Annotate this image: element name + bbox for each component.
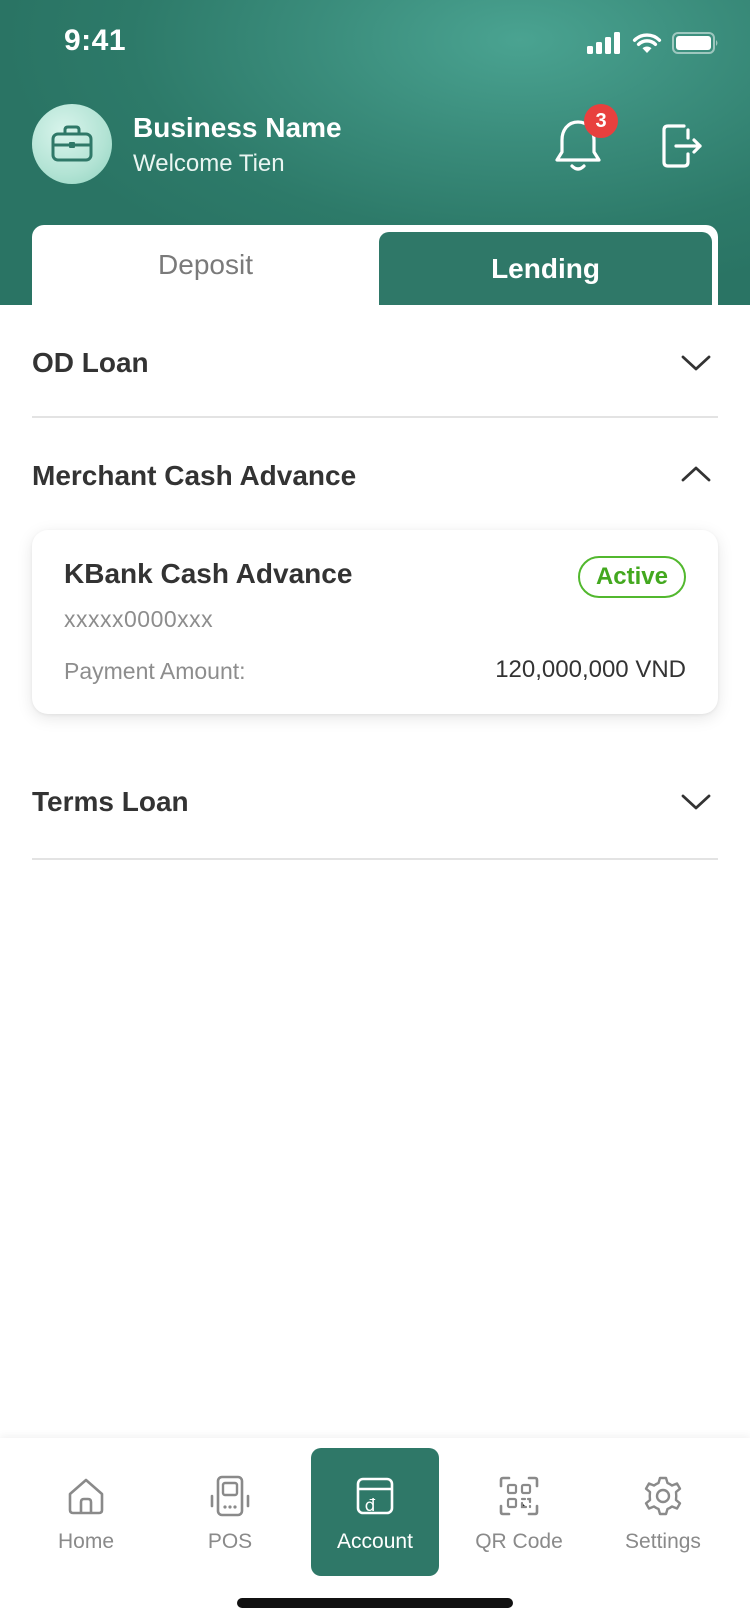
payment-amount-value: 120,000,000 VND	[495, 656, 686, 683]
briefcase-icon	[51, 125, 93, 162]
svg-text:đ: đ	[365, 1496, 376, 1516]
logout-button[interactable]	[654, 118, 710, 174]
tab-lending[interactable]: Lending	[379, 232, 712, 305]
payment-amount-label: Payment Amount:	[64, 658, 246, 684]
bottom-nav: Home POS đ Account QR Code Settings	[0, 1438, 750, 1624]
nav-label-settings: Settings	[625, 1530, 701, 1553]
status-badge: Active	[577, 556, 686, 598]
nav-label-home: Home	[57, 1530, 115, 1553]
home-indicator	[237, 1598, 513, 1608]
profile-block: Business Name Welcome Tien 3	[32, 104, 718, 184]
account-number: xxxxx0000xxx	[64, 606, 214, 632]
chevron-down-icon	[681, 794, 711, 810]
nav-label-pos: POS	[207, 1530, 253, 1553]
nav-label-qr-code: QR Code	[475, 1530, 563, 1553]
account-icon: đ	[356, 1477, 394, 1516]
status-time: 9:41	[64, 24, 127, 57]
cash-advance-card[interactable]: KBank Cash Advance Active xxxxx0000xxx P…	[32, 530, 718, 714]
status-icons	[586, 32, 720, 54]
nav-qr-code[interactable]: QR Code	[455, 1448, 583, 1576]
avatar[interactable]	[32, 104, 112, 184]
signal-icon	[587, 32, 620, 54]
home-icon	[68, 1478, 104, 1515]
header-banner: 9:41 Business Name Welcome Tien 3 Deposi…	[0, 0, 750, 305]
card-title: KBank Cash Advance	[64, 558, 353, 589]
status-bar: 9:41	[0, 0, 750, 90]
account-tabs: Deposit Lending	[32, 225, 718, 305]
business-name: Business Name	[133, 112, 342, 143]
tab-deposit[interactable]: Deposit	[32, 225, 379, 305]
wifi-icon	[632, 33, 662, 53]
notification-badge: 3	[584, 104, 618, 138]
qr-code-icon	[499, 1476, 539, 1516]
section-merchant-cash-advance[interactable]: Merchant Cash Advance	[32, 418, 718, 508]
section-od-loan[interactable]: OD Loan	[32, 305, 718, 418]
nav-pos[interactable]: POS	[166, 1448, 294, 1576]
logout-icon	[662, 124, 702, 168]
nav-settings[interactable]: Settings	[599, 1448, 727, 1576]
chevron-down-icon	[681, 355, 711, 371]
battery-icon	[672, 32, 718, 54]
nav-label-account: Account	[337, 1530, 413, 1553]
pos-icon	[210, 1475, 250, 1517]
gear-icon	[644, 1476, 682, 1516]
chevron-up-icon	[681, 466, 711, 482]
nav-home[interactable]: Home	[22, 1448, 150, 1576]
nav-account[interactable]: đ Account	[311, 1448, 439, 1576]
welcome-text: Welcome Tien	[133, 150, 285, 177]
section-title-terms-loan: Terms Loan	[32, 786, 189, 817]
section-terms-loan[interactable]: Terms Loan	[32, 750, 718, 860]
section-title-od-loan: OD Loan	[32, 347, 149, 378]
section-title-merchant: Merchant Cash Advance	[32, 460, 357, 491]
